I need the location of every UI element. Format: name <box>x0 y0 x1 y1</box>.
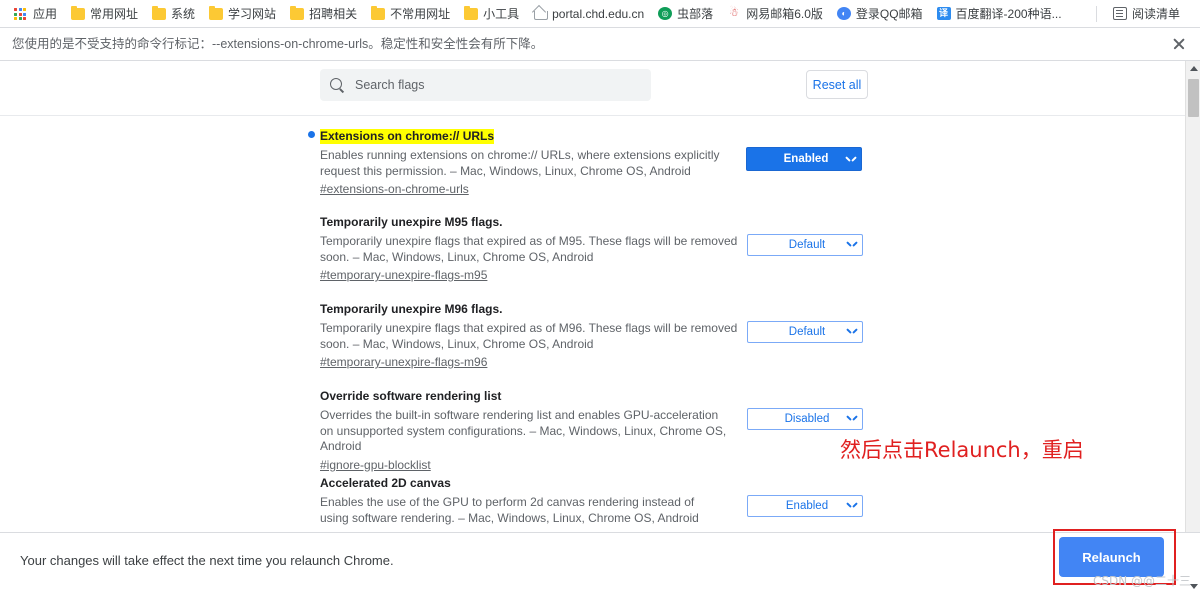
bookmark-netease-mail[interactable]: ☃ 网易邮箱6.0版 <box>721 5 829 23</box>
bookmarks-bar: 应用 常用网址 系统 学习网站 招聘相关 不常用网址 小工具 portal.ch… <box>0 0 1200 28</box>
flag-select-wrap: Enabled <box>747 495 863 517</box>
relaunch-message: Your changes will take effect the next t… <box>20 553 394 568</box>
folder-icon <box>71 6 86 20</box>
folder-icon <box>152 6 167 20</box>
bookmark-label: 系统 <box>171 6 196 21</box>
bookmark-folder-xitong[interactable]: 系统 <box>146 5 201 23</box>
bookmark-folder-buchangyong[interactable]: 不常用网址 <box>365 5 456 23</box>
bookmark-label: 百度翻译-200种语... <box>955 6 1062 21</box>
bookmark-qq-mail[interactable]: ◐ 登录QQ邮箱 <box>831 5 929 23</box>
flag-title: Temporarily unexpire M95 flags. <box>320 215 503 229</box>
flag-state-select[interactable]: Disabled <box>747 408 863 430</box>
scrollbar-thumb[interactable] <box>1188 79 1199 117</box>
reset-all-button[interactable]: Reset all <box>806 70 868 99</box>
flag-anchor-link[interactable]: #temporary-unexpire-flags-m96 <box>320 355 487 369</box>
bookmark-folder-changyong[interactable]: 常用网址 <box>65 5 144 23</box>
site-icon-fanyi: 译 <box>936 7 951 20</box>
flag-anchor-link[interactable]: #temporary-unexpire-flags-m95 <box>320 268 487 282</box>
search-flags-box[interactable] <box>320 69 651 101</box>
bookmark-label: 小工具 <box>483 6 520 21</box>
scroll-up-arrow-icon[interactable] <box>1186 61 1200 76</box>
apps-grid-icon <box>14 8 28 20</box>
folder-icon <box>290 6 305 20</box>
bookmark-portal-chd[interactable]: portal.chd.edu.cn <box>527 5 650 23</box>
bookmark-chongbuluo[interactable]: ◎ 虫部落 <box>652 5 719 23</box>
scroll-down-arrow-icon[interactable] <box>1190 584 1198 589</box>
flag-anchor-link[interactable]: #extensions-on-chrome-urls <box>320 182 469 196</box>
folder-icon <box>371 6 386 20</box>
flags-page: Reset all Extensions on chrome:// URLs E… <box>0 61 1200 532</box>
site-icon-qqmail: ◐ <box>836 7 851 20</box>
flag-state-select[interactable]: Enabled <box>746 147 862 171</box>
flag-text: Temporarily unexpire M96 flags. Temporar… <box>320 300 738 371</box>
bookmark-label: 不常用网址 <box>390 6 451 21</box>
close-icon[interactable] <box>1170 35 1188 53</box>
flag-select-wrap: Default <box>747 321 863 343</box>
site-icon-netease: ☃ <box>727 7 742 20</box>
bookmark-label: 虫部落 <box>677 6 714 21</box>
flag-select-wrap: Disabled <box>747 408 863 430</box>
bookmark-label: portal.chd.edu.cn <box>552 6 645 21</box>
search-input[interactable] <box>353 77 641 93</box>
relaunch-button[interactable]: Relaunch <box>1059 537 1164 577</box>
vertical-scrollbar[interactable] <box>1185 61 1200 532</box>
flag-title: Accelerated 2D canvas <box>320 476 451 490</box>
bookmark-folder-xuexi[interactable]: 学习网站 <box>203 5 282 23</box>
bookmarks-bar-right: 阅读清单 <box>1092 5 1192 23</box>
flags-list: Extensions on chrome:// URLs Enables run… <box>0 119 1188 532</box>
site-icon-green: ◎ <box>658 7 673 20</box>
flag-text: Extensions on chrome:// URLs Enables run… <box>308 127 740 198</box>
reset-all-label: Reset all <box>812 77 862 92</box>
bookmark-label: 常用网址 <box>90 6 139 21</box>
bookmark-label: 学习网站 <box>228 6 277 21</box>
bookmark-label: 登录QQ邮箱 <box>855 6 923 21</box>
flag-state-select[interactable]: Default <box>747 234 863 256</box>
bookmark-label: 招聘相关 <box>309 6 358 21</box>
flag-title: Extensions on chrome:// URLs <box>320 129 495 144</box>
flag-select-wrap: Enabled <box>746 147 862 171</box>
bookmark-label: 网易邮箱6.0版 <box>746 6 823 21</box>
flag-description: Overrides the built-in software renderin… <box>320 408 727 453</box>
browser-window: 应用 常用网址 系统 学习网站 招聘相关 不常用网址 小工具 portal.ch… <box>0 0 1200 593</box>
bookmark-apps[interactable]: 应用 <box>8 5 63 23</box>
bookmark-folder-xiaogongju[interactable]: 小工具 <box>458 5 525 23</box>
flag-row: Extensions on chrome:// URLs Enables run… <box>0 119 1188 205</box>
flag-text: Override software rendering list Overrid… <box>320 387 732 474</box>
divider <box>0 115 1188 116</box>
flag-description: Temporarily unexpire flags that expired … <box>320 321 738 351</box>
flag-text: Temporarily unexpire M95 flags. Temporar… <box>320 213 738 284</box>
flag-title: Override software rendering list <box>320 389 502 403</box>
flag-row: Override software rendering list Overrid… <box>0 379 1188 472</box>
bookmark-label: 应用 <box>33 6 58 21</box>
flag-row: Accelerated 2D canvas Enables the use of… <box>0 466 1188 532</box>
flag-select-wrap: Default <box>747 234 863 256</box>
bookmark-folder-zhaopin[interactable]: 招聘相关 <box>284 5 363 23</box>
flag-description: Enables the use of the GPU to perform 2d… <box>320 495 699 525</box>
folder-icon <box>209 6 224 20</box>
unsupported-flag-infobar: 您使用的是不受支持的命令行标记：--extensions-on-chrome-u… <box>0 28 1200 61</box>
flag-description: Temporarily unexpire flags that expired … <box>320 234 738 264</box>
relaunch-bar: Your changes will take effect the next t… <box>0 532 1200 593</box>
bookmark-baidu-fanyi[interactable]: 译 百度翻译-200种语... <box>931 5 1068 23</box>
flag-row: Temporarily unexpire M96 flags. Temporar… <box>0 292 1188 379</box>
reading-list-button[interactable]: 阅读清单 <box>1107 5 1186 23</box>
divider <box>1095 5 1097 22</box>
folder-icon <box>464 6 479 20</box>
flag-text: Accelerated 2D canvas Enables the use of… <box>320 474 720 526</box>
infobar-message: 您使用的是不受支持的命令行标记：--extensions-on-chrome-u… <box>12 37 544 51</box>
house-icon <box>533 7 549 20</box>
flag-description: Enables running extensions on chrome:// … <box>320 148 720 178</box>
flag-state-select[interactable]: Enabled <box>747 495 863 517</box>
flag-modified-dot-icon <box>308 131 315 138</box>
flag-row: Temporarily unexpire M95 flags. Temporar… <box>0 205 1188 292</box>
reading-list-icon <box>1112 7 1127 20</box>
search-icon <box>330 77 345 93</box>
flag-state-select[interactable]: Default <box>747 321 863 343</box>
flag-title: Temporarily unexpire M96 flags. <box>320 302 503 316</box>
reading-list-label: 阅读清单 <box>1131 6 1180 21</box>
